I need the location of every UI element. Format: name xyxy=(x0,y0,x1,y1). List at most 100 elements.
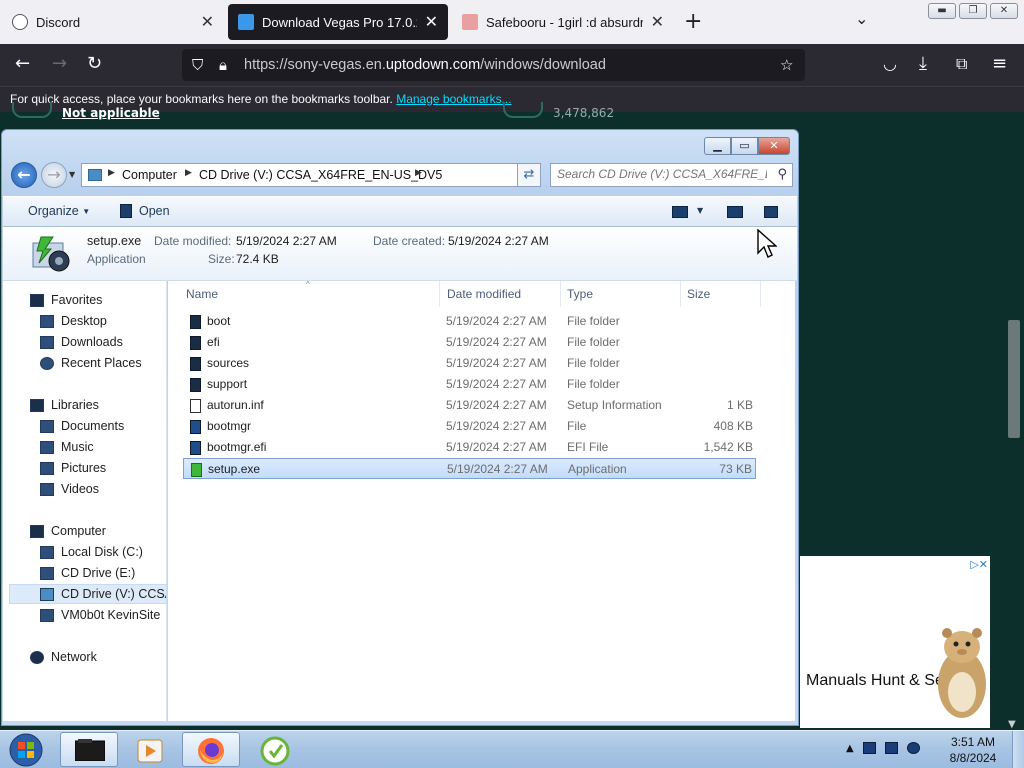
file-row[interactable]: sources 5/19/2024 2:27 AM File folder xyxy=(183,353,756,374)
column-header-size[interactable]: Size xyxy=(681,281,761,307)
taskbar-firefox-button[interactable] xyxy=(182,732,240,767)
file-row-selected[interactable]: setup.exe 5/19/2024 2:27 AM Application … xyxy=(183,458,756,479)
url-bar[interactable]: ⛉ 🔒︎ https://sony-vegas.en.uptodown.com/… xyxy=(182,49,805,81)
nav-music[interactable]: Music xyxy=(40,437,94,457)
address-row: ← → ▼ ▶ Computer ▶ CD Drive (V:) CCSA_X6… xyxy=(9,161,793,189)
forward-icon[interactable]: → xyxy=(52,54,67,74)
url-text[interactable]: https://sony-vegas.en.uptodown.com/windo… xyxy=(244,57,606,73)
nav-documents[interactable]: Documents xyxy=(40,416,124,436)
page-license-text: Not applicable xyxy=(62,106,160,120)
details-created-label: Date created: xyxy=(373,234,446,248)
nav-local-disk-c[interactable]: Local Disk (C:) xyxy=(40,542,143,562)
close-tab-icon[interactable]: ✕ xyxy=(425,12,438,32)
back-icon[interactable]: ← xyxy=(15,54,30,74)
extensions-icon[interactable]: ⧉ xyxy=(956,54,967,74)
tray-app-icon[interactable] xyxy=(862,742,876,754)
nav-recent-places[interactable]: Recent Places xyxy=(40,353,142,373)
search-icon[interactable]: ⚲ xyxy=(777,167,787,182)
breadcrumb-chevron-icon[interactable]: ▶ xyxy=(108,168,115,178)
nav-downloads[interactable]: Downloads xyxy=(40,332,123,352)
file-row[interactable]: bootmgr.efi 5/19/2024 2:27 AM EFI File 1… xyxy=(183,437,756,458)
uptodown-icon xyxy=(238,14,254,30)
organize-button[interactable]: Organize ▼ xyxy=(28,204,90,218)
breadcrumb-chevron-icon[interactable]: ▶ xyxy=(415,168,422,178)
file-row[interactable]: bootmgr 5/19/2024 2:27 AM File 408 KB xyxy=(183,416,756,437)
file-row[interactable]: autorun.inf 5/19/2024 2:27 AM Setup Info… xyxy=(183,395,756,416)
reload-icon[interactable]: ↻ xyxy=(87,54,102,74)
nav-cd-drive-e[interactable]: CD Drive (E:) xyxy=(40,563,135,583)
nav-pictures[interactable]: Pictures xyxy=(40,458,106,478)
pocket-icon[interactable]: ◡ xyxy=(883,54,897,74)
tab-discord[interactable]: Discord ✕ xyxy=(2,4,224,40)
bookmark-star-icon[interactable]: ☆ xyxy=(780,56,793,74)
ad-choices-icon[interactable]: ▷✕ xyxy=(970,558,988,571)
nav-favorites[interactable]: Favorites xyxy=(30,290,102,310)
downloads-icon[interactable]: ⤓ xyxy=(919,54,927,74)
manage-bookmarks-link[interactable]: Manage bookmarks... xyxy=(396,92,511,106)
start-button[interactable] xyxy=(6,731,46,768)
menu-icon[interactable]: ≡ xyxy=(992,54,1007,74)
lock-icon[interactable]: 🔒︎ xyxy=(219,56,227,74)
refresh-button[interactable]: ⇄ xyxy=(517,163,541,187)
explorer-maximize-button[interactable]: ▭ xyxy=(731,137,758,155)
close-tab-icon[interactable]: ✕ xyxy=(201,12,214,32)
nav-libraries[interactable]: Libraries xyxy=(30,395,99,415)
file-icon xyxy=(190,420,201,434)
breadcrumb-cd-drive[interactable]: CD Drive (V:) CCSA_X64FRE_EN-US_DV5 xyxy=(199,168,442,182)
nav-network-share[interactable]: VM0b0t KevinSite xyxy=(40,605,160,625)
show-hidden-icons-icon[interactable]: ▲ xyxy=(846,743,854,754)
search-box[interactable]: ⚲ xyxy=(550,163,793,187)
preview-pane-icon[interactable] xyxy=(727,206,743,218)
search-input[interactable] xyxy=(557,167,767,181)
nav-cd-drive-v[interactable]: CD Drive (V:) CCSA_ xyxy=(9,584,167,604)
change-view-icon[interactable] xyxy=(672,206,688,218)
scroll-down-icon[interactable]: ▼ xyxy=(1008,719,1016,730)
close-tab-icon[interactable]: ✕ xyxy=(651,12,664,32)
explorer-forward-button[interactable]: → xyxy=(41,162,67,188)
minimize-button[interactable]: ▬ xyxy=(928,3,956,19)
nav-videos[interactable]: Videos xyxy=(40,479,99,499)
folder-icon xyxy=(190,336,201,350)
volume-icon[interactable] xyxy=(906,742,920,754)
nav-network[interactable]: Network xyxy=(30,647,97,667)
scrollbar-thumb[interactable] xyxy=(1008,320,1020,438)
breadcrumb-computer[interactable]: Computer xyxy=(122,168,177,182)
help-icon[interactable] xyxy=(764,206,778,218)
libraries-icon xyxy=(30,398,44,412)
tab-vegas-download[interactable]: Download Vegas Pro 17.0.2.109 ✕ xyxy=(228,4,448,40)
file-row[interactable]: boot 5/19/2024 2:27 AM File folder xyxy=(183,311,756,332)
nav-computer[interactable]: Computer xyxy=(30,521,106,541)
shield-icon[interactable]: ⛉ xyxy=(192,56,203,74)
page-scrollbar[interactable]: ▼ xyxy=(1002,112,1024,730)
recent-pages-dropdown-icon[interactable]: ▼ xyxy=(69,170,75,179)
breadcrumb-chevron-icon[interactable]: ▶ xyxy=(185,168,192,178)
star-icon xyxy=(30,293,44,307)
explorer-close-button[interactable]: ✕ xyxy=(758,137,790,155)
view-dropdown-icon[interactable]: ▼ xyxy=(697,206,703,215)
column-header-name[interactable]: Name xyxy=(180,281,440,307)
taskbar-media-player-button[interactable] xyxy=(120,732,178,767)
advertisement[interactable]: ▷✕ Manuals Hunt & Search xyxy=(800,556,990,728)
explorer-back-button[interactable]: ← xyxy=(11,162,37,188)
column-header-type[interactable]: Type xyxy=(561,281,681,307)
taskbar-app-button[interactable] xyxy=(246,732,304,767)
file-row[interactable]: efi 5/19/2024 2:27 AM File folder xyxy=(183,332,756,353)
explorer-window: ▁ ▭ ✕ ← → ▼ ▶ Computer ▶ CD Drive (V:) C… xyxy=(1,129,799,726)
clock[interactable]: 3:51 AM 8/8/2024 xyxy=(940,734,1006,766)
action-center-icon[interactable] xyxy=(884,742,898,754)
explorer-minimize-button[interactable]: ▁ xyxy=(704,137,731,155)
open-button[interactable]: Open xyxy=(120,204,170,218)
show-desktop-button[interactable] xyxy=(1012,731,1024,768)
close-button[interactable]: ✕ xyxy=(990,3,1018,19)
taskbar-explorer-button[interactable] xyxy=(60,732,118,767)
list-all-tabs-icon[interactable]: ⌄ xyxy=(855,9,868,28)
address-bar[interactable]: ▶ Computer ▶ CD Drive (V:) CCSA_X64FRE_E… xyxy=(81,163,541,187)
nav-desktop[interactable]: Desktop xyxy=(40,311,107,331)
column-header-date-modified[interactable]: Date modified xyxy=(441,281,561,307)
file-row[interactable]: support 5/19/2024 2:27 AM File folder xyxy=(183,374,756,395)
firefox-icon xyxy=(198,738,224,764)
restore-button[interactable]: ❐ xyxy=(959,3,987,19)
new-tab-button[interactable]: + xyxy=(684,9,702,34)
tab-safebooru[interactable]: Safebooru - 1girl :d absurdres a ✕ xyxy=(452,4,674,40)
documents-icon xyxy=(40,419,54,433)
